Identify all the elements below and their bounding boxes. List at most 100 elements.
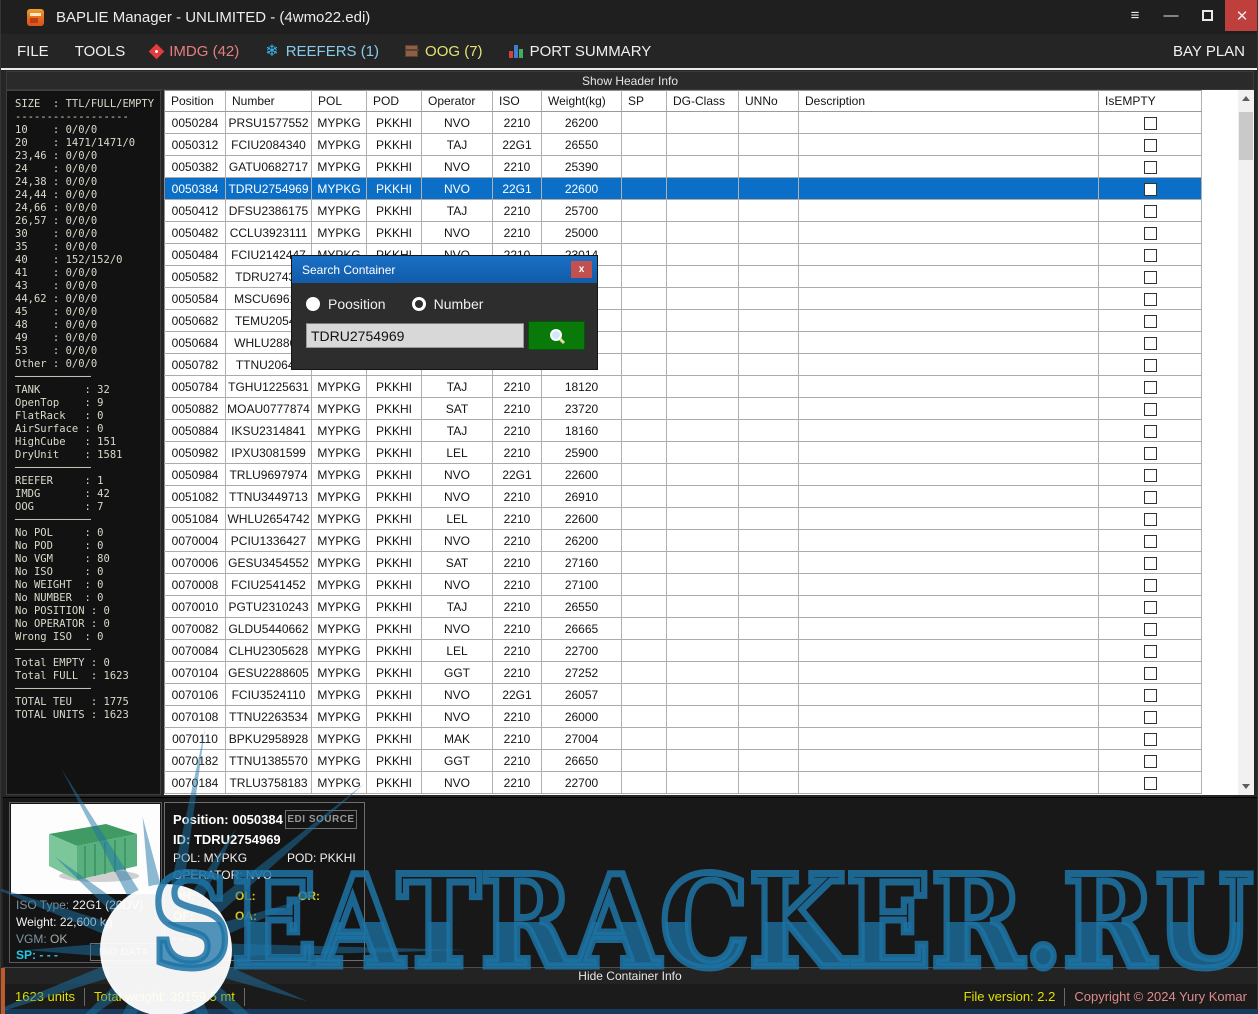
isempty-checkbox[interactable] (1144, 491, 1157, 504)
isempty-checkbox[interactable] (1144, 381, 1157, 394)
column-header[interactable]: Description (799, 91, 1099, 112)
menu-port-summary-label: PORT SUMMARY (530, 43, 652, 60)
column-header[interactable]: UNNo (739, 91, 799, 112)
menu-imdg[interactable]: IMDG (42) (151, 43, 239, 60)
show-header-info-bar[interactable]: Show Header Info (6, 71, 1254, 90)
detail-pol: POL: MYPKG (173, 851, 247, 865)
isempty-checkbox[interactable] (1144, 645, 1157, 658)
table-row[interactable]: 0050312FCIU2084340MYPKGPKKHITAJ22G126550 (165, 134, 1202, 156)
isempty-checkbox[interactable] (1144, 315, 1157, 328)
column-header[interactable]: IsEMPTY (1099, 91, 1202, 112)
table-row[interactable]: 0050884IKSU2314841MYPKGPKKHITAJ221018160 (165, 420, 1202, 442)
table-row[interactable]: 0050882MOAU0777874MYPKGPKKHISAT221023720 (165, 398, 1202, 420)
isempty-checkbox[interactable] (1144, 667, 1157, 680)
table-row[interactable]: 0051084WHLU2654742MYPKGPKKHILEL221022600 (165, 508, 1202, 530)
table-row[interactable]: 0070006GESU3454552MYPKGPKKHISAT221027160 (165, 552, 1202, 574)
search-button[interactable] (528, 321, 585, 350)
column-header[interactable]: POL (312, 91, 367, 112)
isempty-checkbox[interactable] (1144, 557, 1157, 570)
table-row[interactable]: 0050784TGHU1225631MYPKGPKKHITAJ221018120 (165, 376, 1202, 398)
show-header-info-label: Show Header Info (582, 74, 678, 88)
isempty-checkbox[interactable] (1144, 117, 1157, 130)
maximize-button[interactable] (1189, 0, 1225, 31)
menu-port-summary[interactable]: PORT SUMMARY (509, 43, 652, 60)
table-row[interactable]: 0050382GATU0682717MYPKGPKKHINVO221025390 (165, 156, 1202, 178)
isempty-checkbox[interactable] (1144, 689, 1157, 702)
position-radio[interactable] (306, 297, 320, 311)
isempty-checkbox[interactable] (1144, 425, 1157, 438)
isempty-checkbox[interactable] (1144, 271, 1157, 284)
isempty-checkbox[interactable] (1144, 535, 1157, 548)
column-header[interactable]: ISO (493, 91, 542, 112)
iso-data-button[interactable]: ISO DATA (90, 943, 158, 961)
table-row[interactable]: 0070010PGTU2310243MYPKGPKKHITAJ221026550 (165, 596, 1202, 618)
status-file-version: File version: 2.2 (964, 989, 1056, 1004)
column-header[interactable]: Operator (422, 91, 493, 112)
column-header[interactable]: DG-Class (667, 91, 739, 112)
number-radio[interactable] (412, 297, 426, 311)
table-row[interactable]: 0051082TTNU3449713MYPKGPKKHINVO221026910 (165, 486, 1202, 508)
isempty-checkbox[interactable] (1144, 205, 1157, 218)
isempty-checkbox[interactable] (1144, 403, 1157, 416)
table-row[interactable]: 0070106FCIU3524110MYPKGPKKHINVO22G126057 (165, 684, 1202, 706)
menu-tools[interactable]: TOOLS (75, 43, 126, 60)
column-header[interactable]: POD (367, 91, 422, 112)
status-copyright: Copyright © 2024 Yury Komar (1074, 989, 1247, 1004)
table-row[interactable]: 0050982IPXU3081599MYPKGPKKHILEL221025900 (165, 442, 1202, 464)
scroll-up-icon[interactable] (1238, 90, 1254, 107)
dialog-close-button[interactable]: x (571, 261, 592, 278)
vertical-scrollbar[interactable] (1238, 90, 1254, 795)
hide-container-info-bar[interactable]: Hide Container Info (3, 967, 1257, 984)
menu-reefers[interactable]: ❄ REEFERS (1) (265, 41, 379, 61)
menu-file[interactable]: FILE (17, 43, 49, 60)
column-header[interactable]: Weight(kg) (542, 91, 622, 112)
table-row[interactable]: 0070108TTNU2263534MYPKGPKKHINVO221026000 (165, 706, 1202, 728)
isempty-checkbox[interactable] (1144, 227, 1157, 240)
menu-oog[interactable]: OOG (7) (405, 43, 483, 60)
table-row[interactable]: 0070104GESU2288605MYPKGPKKHIGGT221027252 (165, 662, 1202, 684)
search-input[interactable] (306, 323, 524, 348)
table-row[interactable]: 0050284PRSU1577552MYPKGPKKHINVO221026200 (165, 112, 1202, 134)
table-row[interactable]: 0070184TRLU3758183MYPKGPKKHINVO221022700 (165, 772, 1202, 794)
isempty-checkbox[interactable] (1144, 623, 1157, 636)
edi-source-button[interactable]: EDI SOURCE (285, 810, 357, 829)
dialog-title-bar[interactable]: Search Container (292, 256, 597, 283)
isempty-checkbox[interactable] (1144, 579, 1157, 592)
scroll-down-icon[interactable] (1238, 778, 1254, 795)
isempty-checkbox[interactable] (1144, 711, 1157, 724)
isempty-checkbox[interactable] (1144, 161, 1157, 174)
window-menu-icon[interactable]: ≡ (1117, 0, 1153, 31)
isempty-checkbox[interactable] (1144, 359, 1157, 372)
isempty-checkbox[interactable] (1144, 601, 1157, 614)
table-row[interactable]: 0050384TDRU2754969MYPKGPKKHINVO22G122600 (165, 178, 1202, 200)
column-header[interactable]: Position (165, 91, 226, 112)
minimize-button[interactable]: — (1153, 0, 1189, 31)
table-row[interactable]: 0070182TTNU1385570MYPKGPKKHIGGT221026650 (165, 750, 1202, 772)
table-row[interactable]: 0070110BPKU2958928MYPKGPKKHIMAK221027004 (165, 728, 1202, 750)
isempty-checkbox[interactable] (1144, 447, 1157, 460)
menu-bay-plan[interactable]: BAY PLAN (1173, 43, 1245, 60)
table-row[interactable]: 0050412DFSU2386175MYPKGPKKHITAJ221025700 (165, 200, 1202, 222)
isempty-checkbox[interactable] (1144, 733, 1157, 746)
column-header[interactable]: SP (622, 91, 667, 112)
table-row[interactable]: 0070082GLDU5440662MYPKGPKKHINVO221026665 (165, 618, 1202, 640)
table-row[interactable]: 0050984TRLU9697974MYPKGPKKHINVO22G122600 (165, 464, 1202, 486)
table-row[interactable]: 0070084CLHU2305628MYPKGPKKHILEL221022700 (165, 640, 1202, 662)
isempty-checkbox[interactable] (1144, 293, 1157, 306)
isempty-checkbox[interactable] (1144, 777, 1157, 790)
isempty-checkbox[interactable] (1144, 337, 1157, 350)
scrollbar-thumb[interactable] (1239, 112, 1253, 160)
isempty-checkbox[interactable] (1144, 183, 1157, 196)
column-header[interactable]: Number (226, 91, 312, 112)
table-row[interactable]: 0070004PCIU1336427MYPKGPKKHINVO221026200 (165, 530, 1202, 552)
isempty-checkbox[interactable] (1144, 513, 1157, 526)
weight-value: 22,600 kg (60, 915, 113, 929)
isempty-checkbox[interactable] (1144, 469, 1157, 482)
isempty-checkbox[interactable] (1144, 249, 1157, 262)
table-row[interactable]: 0070008FCIU2541452MYPKGPKKHINVO221027100 (165, 574, 1202, 596)
isempty-checkbox[interactable] (1144, 139, 1157, 152)
close-button[interactable]: ✕ (1225, 0, 1258, 31)
isempty-checkbox[interactable] (1144, 755, 1157, 768)
sidebar-stats: SIZE : TTL/FULL/EMPTY ------------------… (15, 98, 160, 722)
table-row[interactable]: 0050482CCLU3923111MYPKGPKKHINVO221025000 (165, 222, 1202, 244)
